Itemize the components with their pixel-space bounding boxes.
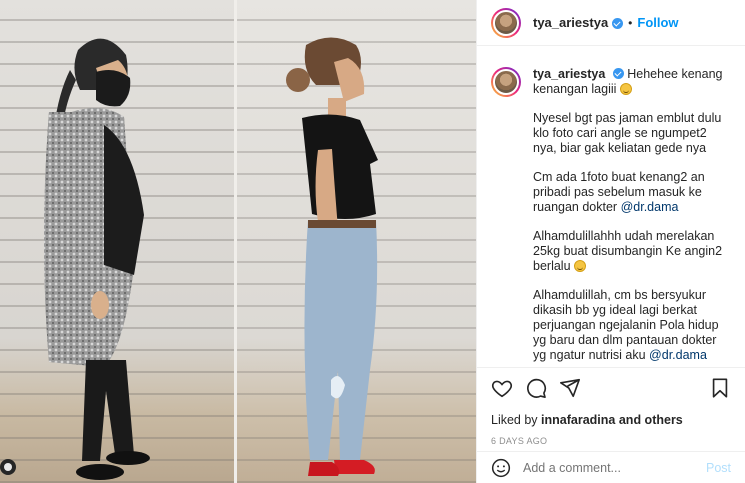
- wink-emoji-icon: [574, 260, 587, 272]
- likes-others[interactable]: and others: [619, 413, 683, 427]
- person-after-illustration: [286, 37, 378, 476]
- follow-button[interactable]: Follow: [637, 15, 678, 30]
- bookmark-icon[interactable]: [709, 377, 731, 399]
- caption-paragraph-4: Alhamdulillah, cm bs bersyukur dikasih b…: [533, 288, 731, 363]
- comment-box: Post: [477, 451, 745, 483]
- photo-after: [236, 0, 476, 483]
- liked-by-user[interactable]: innafaradina: [541, 413, 615, 427]
- caption-paragraph-3: Alhamdulillahhh udah merelakan 25kg buat…: [533, 229, 731, 274]
- photo-tag-icon[interactable]: [0, 459, 16, 475]
- header-username[interactable]: tya_ariestya: [533, 15, 608, 30]
- likes-line: Liked by innafaradina and others: [491, 413, 731, 427]
- actions-area: Liked by innafaradina and others 6 DAYS …: [477, 367, 745, 446]
- caption-avatar[interactable]: [491, 67, 521, 97]
- caption-body: Nyesel bgt pas jaman emblut dulu klo fot…: [533, 111, 731, 363]
- caption-paragraph-2-text: Cm ada 1foto buat kenang2 an pribadi pas…: [533, 170, 705, 214]
- comment-icon[interactable]: [525, 377, 547, 399]
- heart-icon[interactable]: [491, 377, 513, 399]
- grin-emoji-icon: [619, 83, 632, 95]
- post-header: tya_ariestya • Follow: [477, 0, 745, 46]
- caption-header: tya_ariestya Hehehee kenang kenangan lag…: [491, 67, 731, 97]
- avatar[interactable]: [491, 7, 521, 38]
- caption-first-line-block: tya_ariestya Hehehee kenang kenangan lag…: [533, 67, 731, 97]
- post-side-panel: tya_ariestya • Follow tya_ariestya Heheh…: [476, 0, 745, 483]
- post-photo[interactable]: [0, 0, 476, 483]
- caption-area[interactable]: tya_ariestya Hehehee kenang kenangan lag…: [477, 47, 745, 365]
- verified-badge-icon: [612, 18, 624, 29]
- caption-username[interactable]: tya_ariestya: [533, 67, 605, 81]
- caption-verified-badge-icon: [612, 68, 624, 79]
- action-bar: [491, 376, 731, 400]
- emoji-picker-icon[interactable]: [491, 458, 511, 478]
- instagram-post: tya_ariestya • Follow tya_ariestya Heheh…: [0, 0, 745, 483]
- post-comment-button[interactable]: Post: [706, 461, 731, 475]
- caption-paragraph-2: Cm ada 1foto buat kenang2 an pribadi pas…: [533, 170, 731, 215]
- caption-paragraph-1: Nyesel bgt pas jaman emblut dulu klo fot…: [533, 111, 722, 155]
- photo-divider: [234, 0, 237, 483]
- person-before-illustration: [44, 38, 150, 480]
- separator-dot: •: [628, 15, 633, 30]
- mention-link-2[interactable]: @dr.dama: [649, 348, 707, 362]
- caption-paragraph-3-text: Alhamdulillahhh udah merelakan 25kg buat…: [533, 229, 723, 273]
- share-icon[interactable]: [559, 377, 581, 399]
- likes-prefix: Liked by: [491, 413, 538, 427]
- post-timestamp[interactable]: 6 DAYS AGO: [491, 436, 731, 446]
- mention-link[interactable]: @dr.dama: [621, 200, 679, 214]
- comment-input[interactable]: [523, 460, 706, 475]
- photo-before: [0, 0, 236, 483]
